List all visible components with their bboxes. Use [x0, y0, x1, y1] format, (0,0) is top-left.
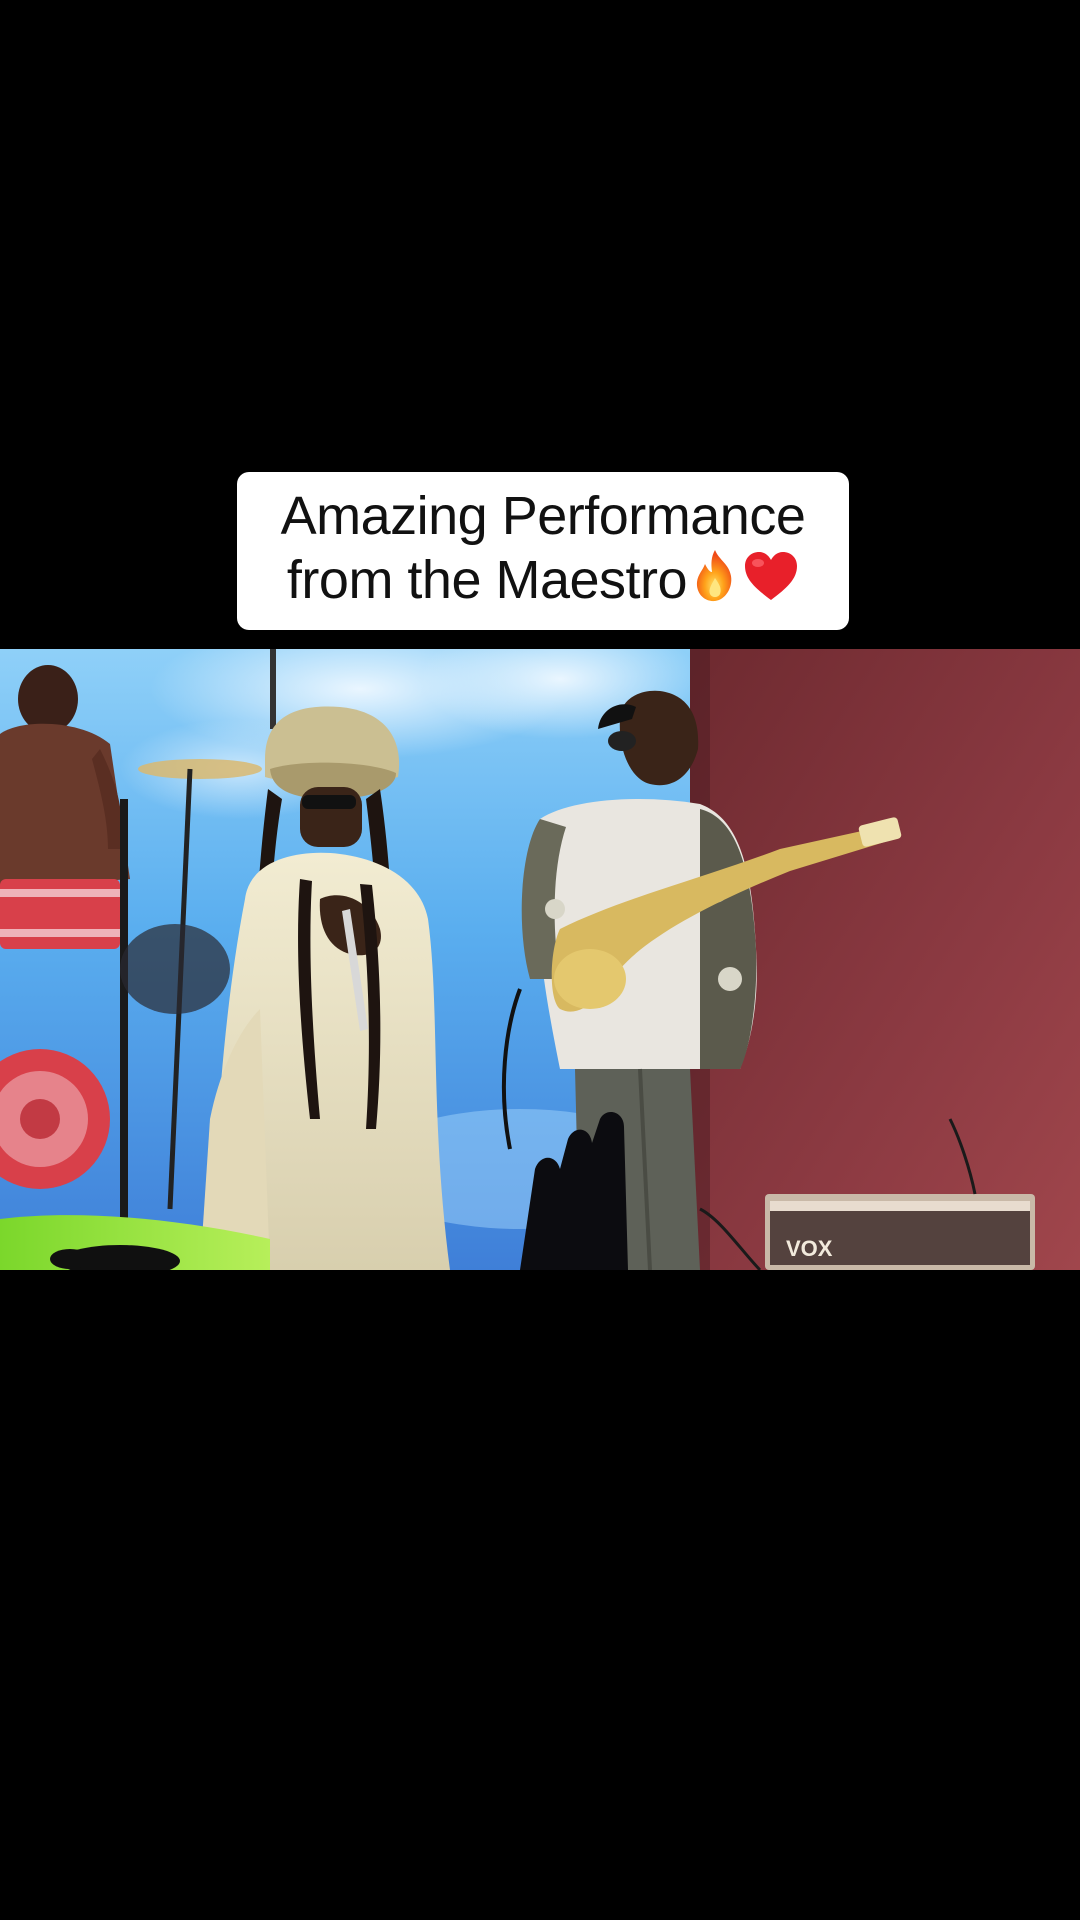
- fire-emoji-icon: [689, 548, 741, 618]
- video-caption: Amazing Performance from the Maestro: [237, 472, 849, 630]
- caption-line-2: from the Maestro: [286, 549, 688, 610]
- red-heart-emoji-icon: [743, 550, 799, 616]
- caption-line-1: Amazing Performance: [280, 485, 806, 546]
- caption-line-2-row: from the Maestro: [287, 548, 799, 619]
- concert-frame-image: VOX: [0, 649, 1080, 1270]
- bottom-letterbox: [0, 1270, 1080, 1920]
- amp-brand-label: VOX: [786, 1236, 833, 1261]
- video-player[interactable]: VOX: [0, 649, 1080, 1270]
